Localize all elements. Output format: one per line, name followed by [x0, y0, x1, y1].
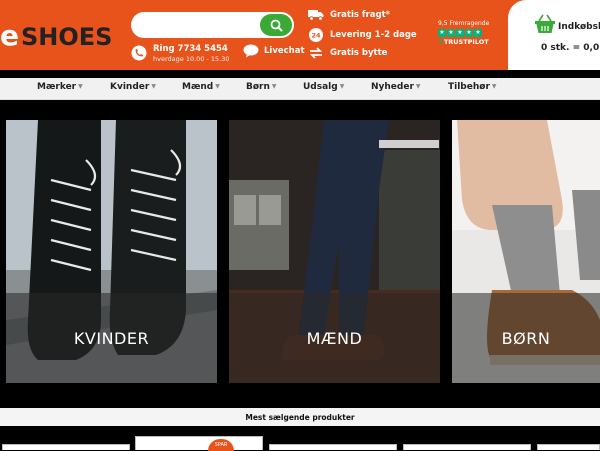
search-input[interactable]: [141, 15, 256, 35]
nav-item-tilbehoer[interactable]: Tilbehør ▼: [448, 82, 497, 92]
category-tile-kvinder[interactable]: KVINDER: [6, 120, 217, 383]
trustpilot-widget[interactable]: 9,5 Fremragende ★ ★ ★ ★ ★ ★TRUSTPILOT: [438, 20, 489, 47]
main-navigation: Mærker ▼ Kvinder ▼ Mænd ▼ Børn ▼ Udsalg ▼ Nyh…: [0, 78, 600, 100]
shopping-cart[interactable]: Indkøbsk 0 stk. = 0,0: [508, 0, 600, 70]
eshoes-logo[interactable]: e SHOES: [0, 20, 112, 52]
bestsellers-title: Mest sælgende produkter: [245, 412, 355, 422]
nav-item-maerker[interactable]: Mærker ▼: [37, 82, 83, 92]
tile-overlay: BØRN: [452, 293, 600, 383]
livechat-label: Livechat: [264, 46, 305, 56]
truck-icon: [308, 10, 324, 21]
cart-label: Indkøbsk: [558, 22, 600, 32]
exchange-arrows-icon: [309, 47, 323, 59]
nav-item-maend[interactable]: Mænd ▼: [182, 82, 220, 92]
star-icon: ★: [465, 29, 473, 37]
usp-delivery-label: Levering 1-2 dage: [330, 30, 417, 40]
basket-icon: [535, 14, 555, 33]
livechat-link[interactable]: Livechat: [243, 44, 305, 58]
caret-down-icon: ▼: [78, 83, 83, 90]
caret-down-icon: ▼: [415, 83, 421, 90]
svg-text:24: 24: [311, 32, 321, 40]
site-header: e SHOES Ring 7734 5454 hverdage 10.00 - …: [0, 0, 600, 70]
tile-overlay: KVINDER: [6, 293, 217, 383]
logo-e: e: [0, 19, 19, 52]
product-card[interactable]: SPAR: [135, 436, 263, 451]
logo-shoes-text: SHOES: [21, 23, 113, 51]
category-tile-boern[interactable]: BØRN: [452, 120, 600, 383]
tile-overlay: MÆND: [229, 293, 440, 383]
usp-free-shipping-label: Gratis fragt*: [330, 10, 391, 20]
chat-bubble-icon: [243, 44, 259, 58]
bestsellers-heading-bar: Mest sælgende produkter: [0, 408, 600, 426]
phone-icon: [131, 45, 147, 61]
tile-label-kvinder: KVINDER: [73, 328, 150, 348]
caret-down-icon: ▼: [491, 83, 497, 90]
phone-contact[interactable]: Ring 7734 5454 hverdage 10.00 - 15.30: [131, 44, 230, 66]
search-button[interactable]: [260, 14, 292, 36]
usp-delivery: 24 Levering 1-2 dage: [308, 27, 417, 43]
nav-item-kvinder[interactable]: Kvinder ▼: [110, 82, 156, 92]
star-icon: ★: [438, 29, 446, 37]
tile-label-maend: MÆND: [306, 328, 363, 348]
star-icon: ★: [474, 29, 482, 37]
star-icon: ★: [447, 29, 455, 37]
search-icon: [270, 19, 283, 32]
usp-exchange-label: Gratis bytte: [330, 48, 388, 58]
trustpilot-score: 9,5 Fremragende: [438, 20, 490, 27]
opening-hours: hverdage 10.00 - 15.30: [153, 55, 230, 63]
trustpilot-name: ★TRUSTPILOT: [438, 38, 489, 46]
search-box: [131, 12, 294, 38]
usp-exchange: Gratis bytte: [308, 46, 387, 60]
sale-badge: SPAR: [208, 439, 234, 451]
product-carousel: SPAR: [0, 426, 600, 451]
nav-item-nyheder[interactable]: Nyheder ▼: [371, 82, 421, 92]
product-card[interactable]: [269, 444, 397, 450]
star-icon: ★: [456, 29, 464, 37]
tile-label-boern: BØRN: [501, 328, 551, 348]
caret-down-icon: ▼: [151, 83, 156, 90]
phone-number: Ring 7734 5454: [153, 44, 228, 54]
caret-down-icon: ▼: [215, 83, 220, 90]
caret-down-icon: ▼: [339, 83, 345, 90]
product-card[interactable]: [403, 444, 531, 450]
clock-24-icon: 24: [309, 28, 323, 42]
caret-down-icon: ▼: [271, 83, 277, 90]
cart-count: 0 stk. = 0,0: [541, 43, 600, 53]
trustpilot-stars: ★ ★ ★ ★ ★: [438, 29, 489, 37]
product-card[interactable]: [537, 444, 600, 450]
product-card[interactable]: [2, 444, 130, 450]
nav-item-udsalg[interactable]: Udsalg ▼: [303, 82, 344, 92]
usp-free-shipping: Gratis fragt*: [308, 9, 390, 21]
nav-item-boern[interactable]: Børn ▼: [246, 82, 277, 92]
category-banner: KVINDER MÆND BØRN: [0, 108, 600, 408]
category-tile-maend[interactable]: MÆND: [229, 120, 440, 383]
